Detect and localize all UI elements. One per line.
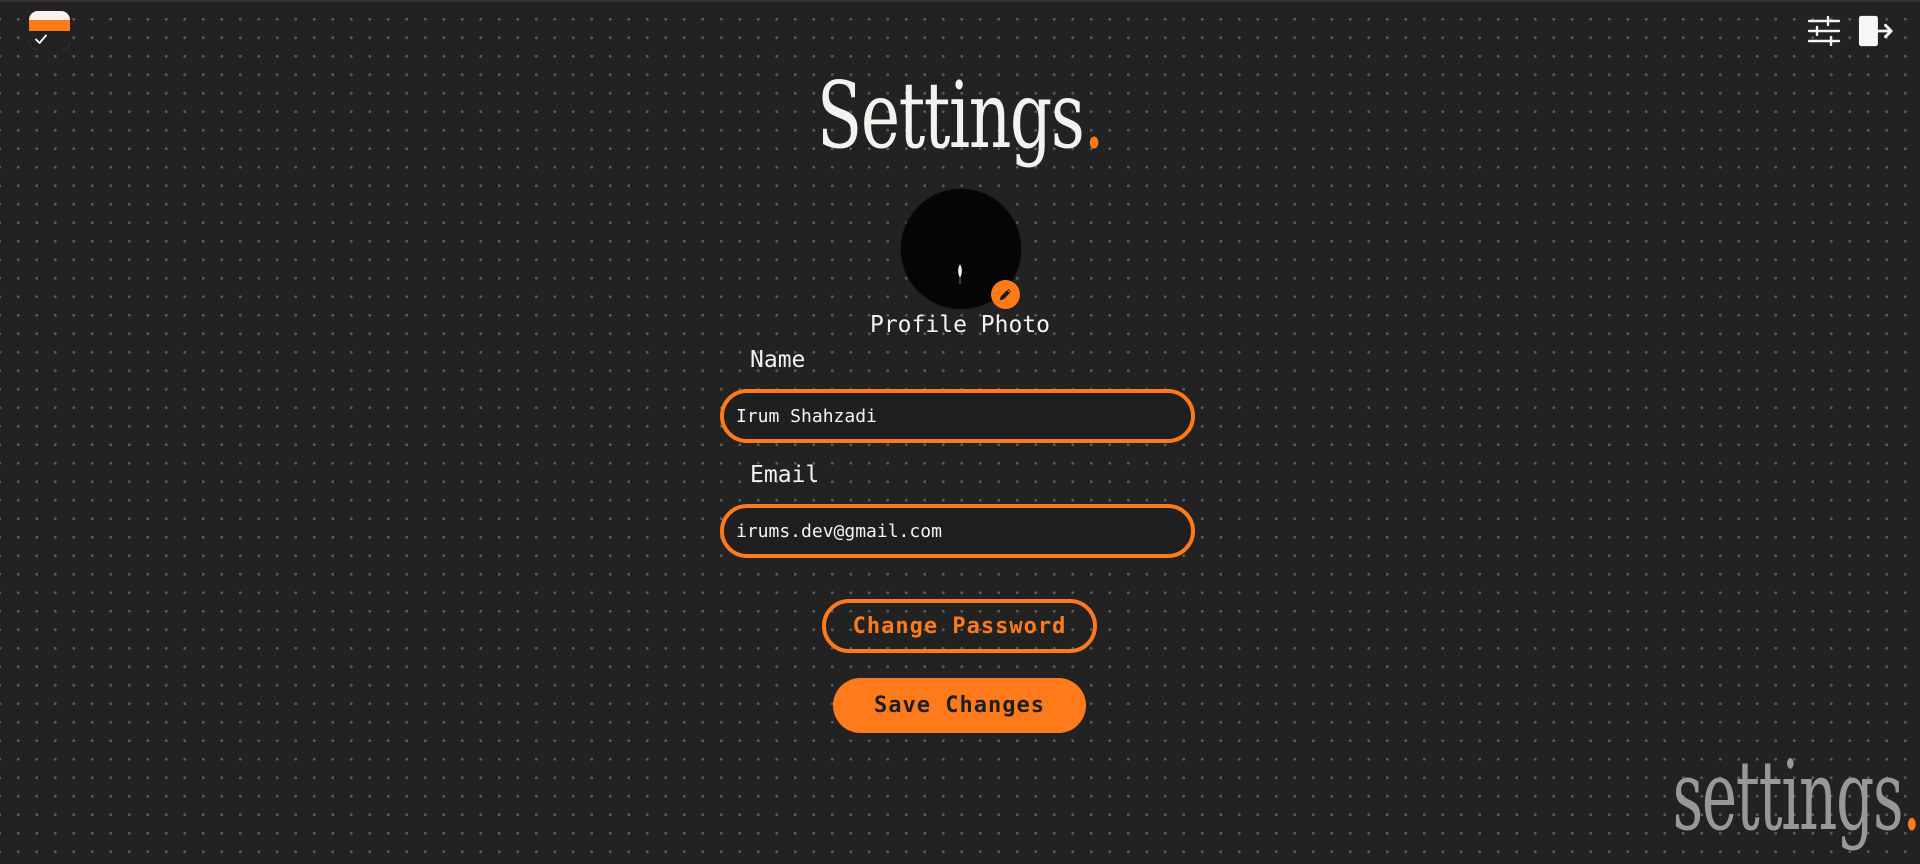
email-label: Email xyxy=(750,462,820,488)
title-dot: . xyxy=(1083,62,1104,169)
page-title-text: Settings xyxy=(816,62,1085,169)
header-actions xyxy=(1806,13,1894,49)
check-icon xyxy=(35,34,47,44)
logout-icon[interactable] xyxy=(1858,13,1894,49)
edit-photo-button[interactable] xyxy=(991,280,1020,309)
pencil-icon xyxy=(999,288,1012,301)
top-border xyxy=(0,0,1920,2)
profile-photo[interactable] xyxy=(900,188,1022,310)
page-title: Settings. xyxy=(269,70,1651,162)
profile-photo-label: Profile Photo xyxy=(869,312,1050,338)
watermark-text: settings xyxy=(1672,740,1904,852)
name-field[interactable] xyxy=(720,389,1195,443)
email-field[interactable] xyxy=(720,504,1195,558)
logo-orange-band xyxy=(29,20,70,31)
sliders-icon[interactable] xyxy=(1806,13,1842,49)
name-label: Name xyxy=(750,347,806,373)
save-changes-button[interactable]: Save Changes xyxy=(833,678,1086,733)
app-logo-icon[interactable] xyxy=(29,11,70,50)
watermark-dot: . xyxy=(1902,740,1920,852)
change-password-button[interactable]: Change Password xyxy=(822,599,1097,653)
settings-watermark: settings. xyxy=(1660,748,1920,844)
candle-flame-image xyxy=(958,264,962,284)
